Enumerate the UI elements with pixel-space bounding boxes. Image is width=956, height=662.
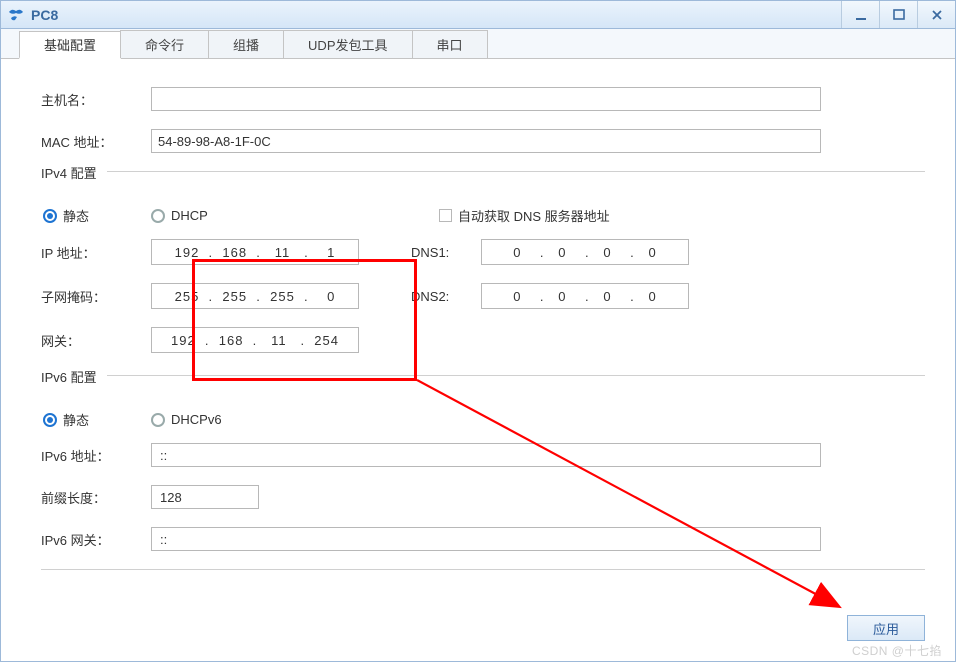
mac-row: MAC 地址： — [41, 129, 925, 153]
titlebar: PC8 — [1, 1, 955, 29]
dns2-row: DNS2: — [411, 283, 731, 309]
gw-row: 网关： — [41, 327, 371, 353]
gw-input[interactable] — [151, 327, 359, 353]
ipv6-gw-row: IPv6 网关： — [41, 527, 925, 551]
ip-row: IP 地址： — [41, 239, 371, 265]
mac-label: MAC 地址： — [41, 132, 151, 151]
ipv6-gw-input[interactable] — [151, 527, 821, 551]
dns1-row: DNS1: — [411, 239, 731, 265]
mac-input[interactable] — [151, 129, 821, 153]
dns1-label: DNS1: — [411, 245, 481, 260]
apply-button[interactable]: 应用 — [847, 615, 925, 641]
tab-udp[interactable]: UDP发包工具 — [283, 30, 412, 58]
radio-unchecked-icon — [151, 413, 165, 427]
ipv6-mode-row: 静态 DHCPv6 — [41, 410, 925, 429]
ipv4-static-radio[interactable]: 静态 — [43, 206, 125, 225]
ip-input[interactable] — [151, 239, 359, 265]
maximize-button[interactable] — [879, 1, 917, 28]
ipv4-right-col: DNS1: DNS2: — [371, 239, 731, 371]
ipv6-addr-input[interactable] — [151, 443, 821, 467]
ipv4-static-label: 静态 — [63, 206, 89, 225]
radio-checked-icon — [43, 209, 57, 223]
prefix-input[interactable] — [151, 485, 259, 509]
close-icon — [930, 8, 944, 22]
dns2-label: DNS2: — [411, 289, 481, 304]
tabstrip: 基础配置 命令行 组播 UDP发包工具 串口 — [1, 29, 955, 59]
auto-dns-label: 自动获取 DNS 服务器地址 — [458, 206, 610, 225]
dns2-input[interactable] — [481, 283, 689, 309]
bottom-divider — [41, 569, 925, 570]
dns1-input[interactable] — [481, 239, 689, 265]
ipv4-grid: IP 地址： 子网掩码： 网关： DNS1: — [41, 239, 925, 371]
mask-row: 子网掩码： — [41, 283, 371, 309]
ipv4-legend: IPv4 配置 — [41, 163, 107, 182]
close-button[interactable] — [917, 1, 955, 28]
ipv6-addr-label: IPv6 地址： — [41, 446, 151, 465]
auto-dns-checkbox[interactable]: 自动获取 DNS 服务器地址 — [439, 206, 610, 225]
prefix-label: 前缀长度： — [41, 488, 151, 507]
ipv4-left-col: IP 地址： 子网掩码： 网关： — [41, 239, 371, 371]
hostname-input[interactable] — [151, 87, 821, 111]
tab-mcast[interactable]: 组播 — [208, 30, 284, 58]
ipv6-dhcp-label: DHCPv6 — [171, 412, 222, 427]
ipv4-dhcp-label: DHCP — [171, 208, 208, 223]
ipv4-dhcp-radio[interactable]: DHCP — [151, 208, 413, 223]
radio-checked-icon — [43, 413, 57, 427]
prefix-row: 前缀长度： — [41, 485, 925, 509]
radio-unchecked-icon — [151, 209, 165, 223]
config-panel: 主机名： MAC 地址： IPv4 配置 静态 DHCP — [1, 59, 955, 659]
minimize-button[interactable] — [841, 1, 879, 28]
maximize-icon — [892, 8, 906, 22]
app-icon — [7, 6, 25, 24]
tab-basic[interactable]: 基础配置 — [19, 31, 121, 59]
ipv4-fieldset: IPv4 配置 静态 DHCP 自动获取 DNS 服务器地址 — [41, 171, 925, 371]
ipv6-legend: IPv6 配置 — [41, 367, 107, 386]
ipv6-addr-row: IPv6 地址： — [41, 443, 925, 467]
window: PC8 基础配置 命令行 组播 UDP发包工具 串口 主机名： MAC 地址： … — [0, 0, 956, 662]
hostname-label: 主机名： — [41, 90, 151, 109]
window-controls — [841, 1, 955, 28]
ipv6-dhcp-radio[interactable]: DHCPv6 — [151, 412, 222, 427]
ipv4-mode-row: 静态 DHCP 自动获取 DNS 服务器地址 — [41, 206, 925, 225]
ipv6-static-radio[interactable]: 静态 — [43, 410, 125, 429]
gw-label: 网关： — [41, 331, 151, 350]
tab-serial[interactable]: 串口 — [412, 30, 488, 58]
window-title: PC8 — [31, 7, 841, 23]
ip-label: IP 地址： — [41, 243, 151, 262]
ipv6-gw-label: IPv6 网关： — [41, 530, 151, 549]
mask-label: 子网掩码： — [41, 287, 151, 306]
ipv6-fieldset: IPv6 配置 静态 DHCPv6 IPv6 地址： 前缀长度： — [41, 375, 925, 551]
hostname-row: 主机名： — [41, 87, 925, 111]
ipv6-static-label: 静态 — [63, 410, 89, 429]
mask-input[interactable] — [151, 283, 359, 309]
minimize-icon — [854, 8, 868, 22]
tab-cli[interactable]: 命令行 — [120, 30, 209, 58]
checkbox-icon — [439, 209, 452, 222]
